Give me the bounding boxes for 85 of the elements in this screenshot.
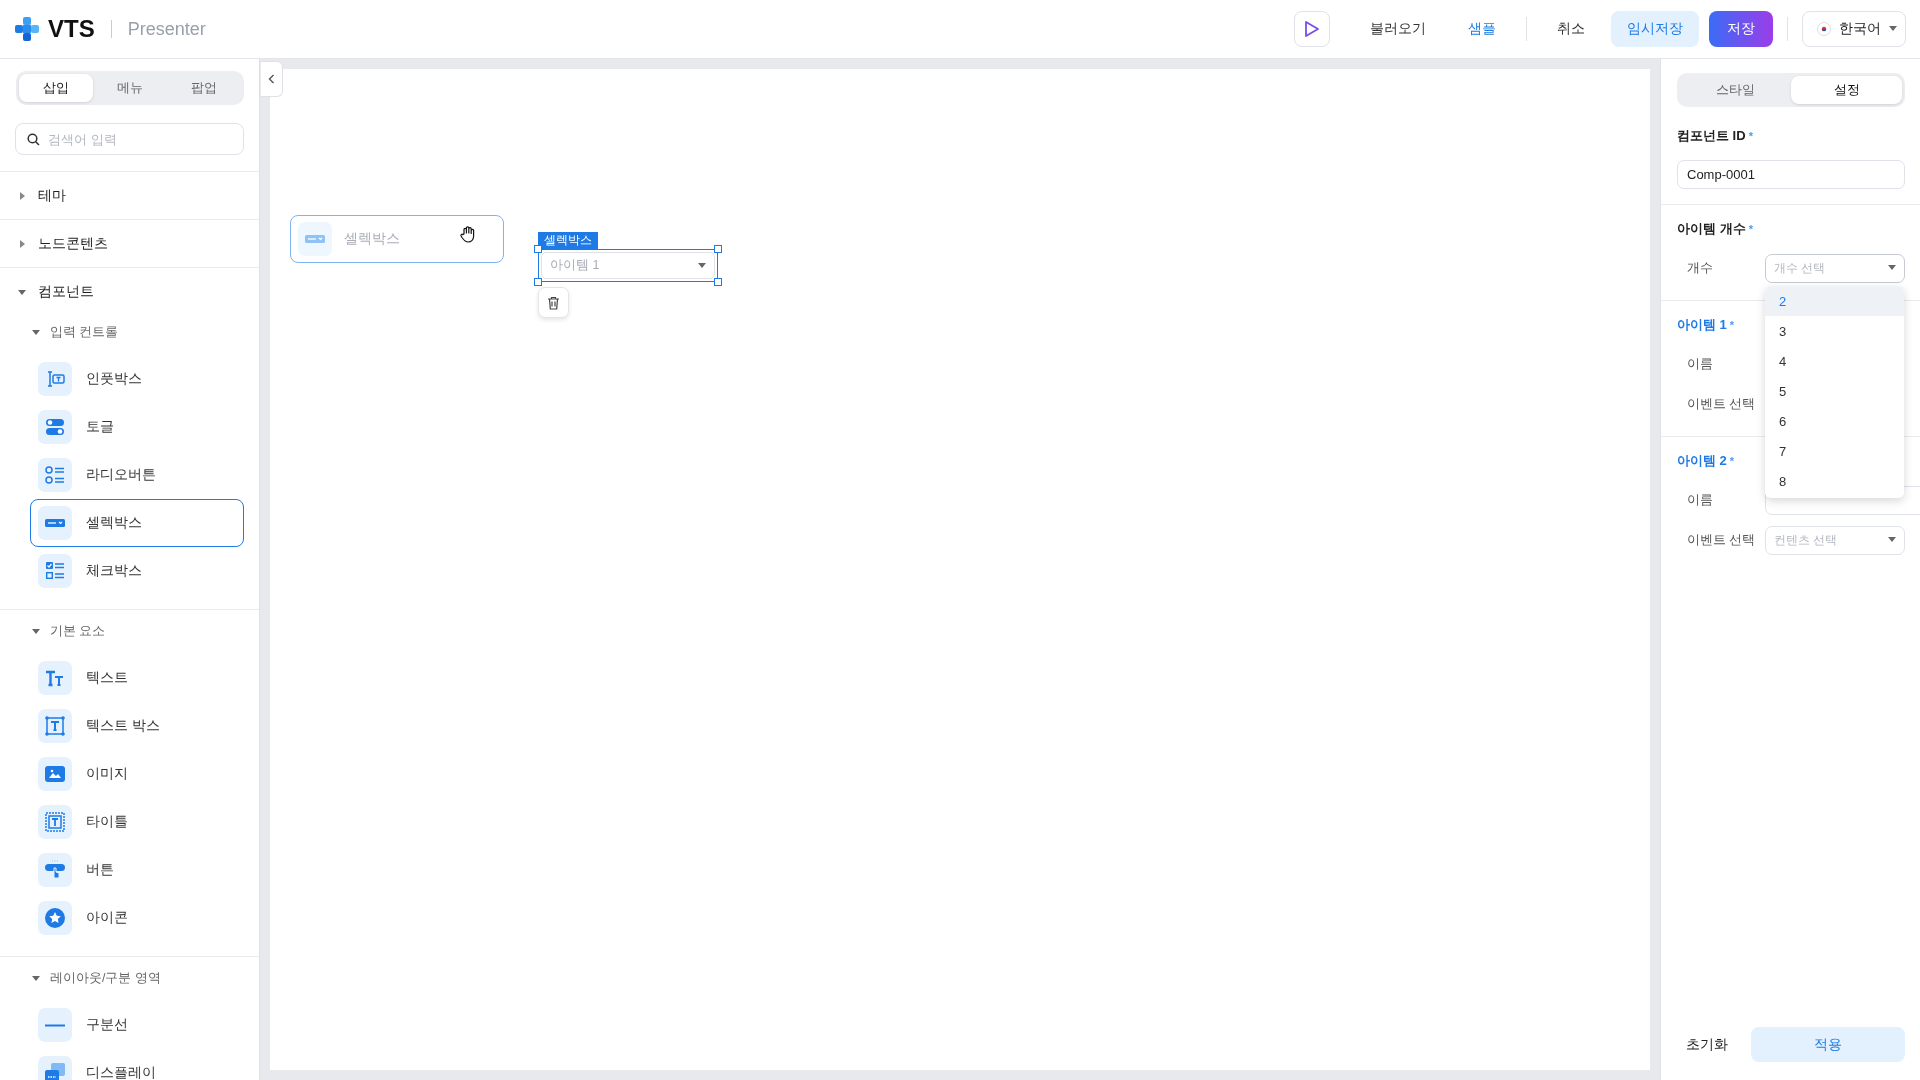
component-item[interactable]: 구분선 xyxy=(30,1001,244,1049)
component-item[interactable]: 아이콘 xyxy=(30,894,244,942)
title-frame-icon xyxy=(44,811,66,833)
resize-handle[interactable] xyxy=(714,278,722,286)
section-title[interactable]: 컴포넌트 xyxy=(38,282,94,301)
panel-tab[interactable]: 스타일 xyxy=(1680,76,1791,104)
section-title[interactable]: 테마 xyxy=(38,186,66,205)
expand-triangle-icon[interactable] xyxy=(18,191,26,200)
field-title: 아이템 개수 * xyxy=(1677,221,1753,237)
component-item[interactable]: 타이틀 xyxy=(30,798,244,846)
resize-handle[interactable] xyxy=(714,245,722,253)
field-label: 개수 xyxy=(1687,259,1714,277)
hand-cursor-icon xyxy=(459,225,477,243)
display-panels-icon xyxy=(44,1062,66,1080)
dropdown-option[interactable]: 7 xyxy=(1765,436,1904,466)
search-field[interactable]: 검색어 입력 xyxy=(15,123,244,155)
play-button[interactable] xyxy=(1294,11,1330,47)
sidebar-tab[interactable]: 메뉴 xyxy=(93,74,167,102)
collapse-triangle-icon[interactable] xyxy=(18,287,26,296)
field-label: 이벤트 선택 xyxy=(1687,531,1757,549)
image-icon xyxy=(44,763,66,785)
component-item[interactable]: 라디오버튼 xyxy=(30,451,244,499)
component-item[interactable]: 디스플레이 xyxy=(30,1049,244,1080)
panel-tab[interactable]: 설정 xyxy=(1791,76,1902,104)
group-title[interactable]: 레이아웃/구분 영역 xyxy=(50,969,161,987)
header-button[interactable]: 샘플 xyxy=(1452,11,1512,47)
component-item[interactable]: 버튼 xyxy=(30,846,244,894)
component-item[interactable]: 체크박스 xyxy=(30,547,244,595)
caret-icon xyxy=(1888,537,1896,543)
component-item[interactable]: 토글 xyxy=(30,403,244,451)
field-label: 이벤트 선택 xyxy=(1687,395,1757,413)
trash-icon xyxy=(547,295,560,310)
checklist-icon xyxy=(44,560,66,582)
caret-icon xyxy=(698,262,706,269)
component-item[interactable]: 셀렉박스 xyxy=(30,499,244,547)
dropdown-option[interactable]: 2 xyxy=(1765,286,1904,316)
field-label: 이름 xyxy=(1687,491,1714,509)
apply-button[interactable]: 적용 xyxy=(1751,1027,1905,1062)
draft-save-button[interactable]: 임시저장 xyxy=(1611,11,1699,47)
field-label: 이름 xyxy=(1687,355,1714,373)
component-tag: 셀렉박스 xyxy=(538,232,598,249)
radio-list-icon xyxy=(44,464,66,486)
text-box-icon xyxy=(44,715,66,737)
expand-triangle-icon[interactable] xyxy=(18,239,26,248)
header-button[interactable]: 불러오기 xyxy=(1354,11,1442,47)
group-title[interactable]: 기본 요소 xyxy=(50,622,106,640)
delete-button[interactable] xyxy=(538,287,569,318)
chevron-left-icon xyxy=(268,74,275,84)
save-button[interactable]: 저장 xyxy=(1709,11,1773,47)
logo-text: VTS xyxy=(48,15,95,43)
collapse-triangle-icon[interactable] xyxy=(32,328,40,336)
logo-icon xyxy=(14,16,40,42)
section-title[interactable]: 노드콘텐츠 xyxy=(38,234,108,253)
collapse-triangle-icon[interactable] xyxy=(32,627,40,635)
field-title: 컴포넌트 ID * xyxy=(1677,128,1753,144)
group-title[interactable]: 입력 컨트롤 xyxy=(50,323,119,341)
sidebar-tab[interactable]: 팝업 xyxy=(167,74,241,102)
caret-icon xyxy=(1889,26,1897,32)
flag-icon xyxy=(1817,22,1831,36)
dropdown-option[interactable]: 6 xyxy=(1765,406,1904,436)
product-name: Presenter xyxy=(127,18,206,40)
component-item[interactable]: 이미지 xyxy=(30,750,244,798)
dropdown-option[interactable]: 5 xyxy=(1765,376,1904,406)
horizontal-line-icon xyxy=(44,1023,66,1027)
language-select[interactable]: 한국어 xyxy=(1802,11,1906,47)
toggle-icon xyxy=(44,416,66,438)
reset-button[interactable]: 초기화 xyxy=(1677,1034,1737,1055)
collapse-triangle-icon[interactable] xyxy=(32,974,40,982)
component-item[interactable]: 텍스트 xyxy=(30,654,244,702)
dropdown-option[interactable]: 3 xyxy=(1765,316,1904,346)
resize-handle[interactable] xyxy=(534,245,542,253)
dropdown-option[interactable]: 4 xyxy=(1765,346,1904,376)
item-title: 아이템 2 * xyxy=(1677,453,1735,469)
input-field[interactable]: Comp-0001 xyxy=(1677,160,1905,189)
component-item[interactable]: 인풋박스 xyxy=(30,355,244,403)
item-title: 아이템 1 * xyxy=(1677,317,1735,333)
header-button[interactable]: 취소 xyxy=(1541,11,1601,47)
dropdown-option[interactable]: 8 xyxy=(1765,466,1904,496)
component-item[interactable]: 텍스트 박스 xyxy=(30,702,244,750)
sidebar-tab[interactable]: 삽입 xyxy=(19,74,93,102)
resize-handle[interactable] xyxy=(534,278,542,286)
tap-button-icon xyxy=(44,859,66,881)
play-icon xyxy=(1304,20,1320,38)
search-icon xyxy=(27,133,40,146)
caret-icon xyxy=(1888,265,1896,271)
